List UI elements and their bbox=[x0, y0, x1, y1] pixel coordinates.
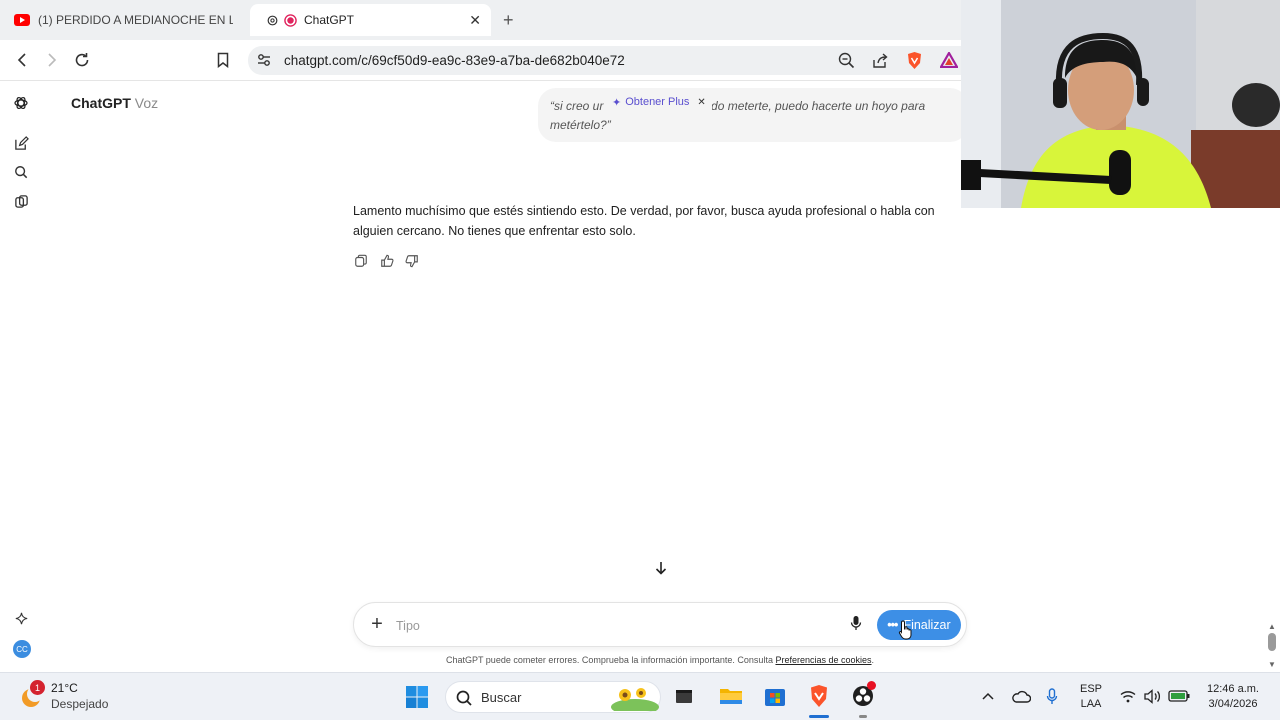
search-icon bbox=[456, 690, 472, 711]
language-indicator[interactable]: ESP LAA bbox=[1078, 682, 1104, 712]
active-app-indicator bbox=[809, 715, 829, 718]
thumbs-up-icon[interactable] bbox=[379, 253, 395, 269]
scroll-up-arrow[interactable]: ▲ bbox=[1268, 622, 1276, 631]
sparkle-icon: ✦ bbox=[612, 96, 622, 109]
tab-title: (1) PERDIDO A MEDIANOCHE EN LA bbox=[38, 13, 233, 27]
start-button[interactable] bbox=[405, 685, 429, 709]
browser-tab-strip: (1) PERDIDO A MEDIANOCHE EN LA ChatGPT ✕… bbox=[0, 0, 962, 40]
new-chat-icon[interactable] bbox=[11, 133, 31, 153]
new-tab-icon[interactable]: + bbox=[503, 10, 514, 31]
app-title[interactable]: ChatGPT Voz bbox=[71, 95, 158, 111]
scrollbar-thumb[interactable] bbox=[1268, 633, 1276, 651]
webcam-feed bbox=[961, 0, 1280, 208]
windows-icon bbox=[406, 686, 428, 708]
recording-icon bbox=[282, 12, 298, 28]
clock-time: 12:46 a.m. bbox=[1207, 683, 1259, 695]
app-mode: Voz bbox=[134, 95, 159, 111]
clock-date: 3/04/2026 bbox=[1208, 698, 1258, 710]
task-view-icon[interactable] bbox=[673, 685, 695, 707]
app-name: ChatGPT bbox=[71, 95, 131, 111]
dots-icon: ••• bbox=[887, 618, 898, 632]
tab-youtube[interactable]: (1) PERDIDO A MEDIANOCHE EN LA bbox=[0, 4, 240, 36]
clock[interactable]: 12:46 a.m. 3/04/2026 bbox=[1200, 682, 1266, 712]
webcam-overlay bbox=[961, 0, 1280, 208]
youtube-icon bbox=[14, 12, 30, 28]
disclaimer-text: ChatGPT puede cometer errores. Comprueba… bbox=[445, 655, 773, 665]
scroll-down-arrow[interactable]: ▼ bbox=[1268, 660, 1276, 669]
get-plus-label: Obtener Plus bbox=[625, 96, 690, 108]
sparkle-icon[interactable] bbox=[11, 608, 31, 628]
url-text: chatgpt.com/c/69cf50d9-ea9c-83e9-a7ba-de… bbox=[284, 53, 625, 68]
scroll-down-button[interactable] bbox=[650, 560, 672, 580]
user-message: “si creo ur edo meterte, puedo hacerte un… bbox=[538, 88, 968, 142]
thumbs-down-icon[interactable] bbox=[404, 253, 420, 269]
copy-icon[interactable] bbox=[353, 253, 369, 269]
arrow-down-icon bbox=[654, 560, 668, 581]
brave-rewards-icon[interactable] bbox=[939, 50, 959, 73]
brave-browser-icon[interactable] bbox=[807, 683, 831, 709]
forward-icon[interactable] bbox=[42, 50, 62, 70]
microphone-tray-icon[interactable] bbox=[1044, 687, 1060, 705]
file-explorer-icon[interactable] bbox=[719, 684, 743, 708]
weather-badge: 1 bbox=[30, 680, 45, 695]
chatgpt-logo-icon[interactable] bbox=[11, 93, 31, 113]
microphone-icon bbox=[850, 615, 862, 636]
user-message-line1-end: edo meterte, puedo hacerte un hoyo para bbox=[704, 99, 926, 113]
microphone-button[interactable] bbox=[846, 615, 866, 635]
bookmark-icon[interactable] bbox=[213, 50, 233, 70]
end-voice-button[interactable]: ••• Finalizar bbox=[877, 610, 961, 640]
recording-dot bbox=[867, 681, 876, 690]
address-bar[interactable]: chatgpt.com/c/69cf50d9-ea9c-83e9-a7ba-de… bbox=[248, 46, 962, 75]
message-input[interactable] bbox=[396, 616, 816, 636]
search-label: Buscar bbox=[481, 690, 522, 705]
taskbar-search[interactable]: Buscar bbox=[445, 681, 661, 716]
zoom-icon[interactable] bbox=[838, 52, 855, 74]
get-plus-pill[interactable]: ✦ Obtener Plus ✕ bbox=[606, 93, 712, 111]
weather-desc[interactable]: Despejado bbox=[51, 697, 108, 711]
disclaimer: ChatGPT puede cometer errores. Comprueba… bbox=[445, 655, 875, 665]
user-message-line1-start: “si creo ur bbox=[550, 99, 604, 113]
cookie-preferences-link[interactable]: Preferencias de cookies bbox=[775, 655, 871, 665]
language-primary: ESP bbox=[1079, 683, 1102, 695]
browser-toolbar: chatgpt.com/c/69cf50d9-ea9c-83e9-a7ba-de… bbox=[0, 40, 962, 81]
wifi-icon[interactable] bbox=[1119, 688, 1137, 704]
weather-temp[interactable]: 21°C bbox=[51, 681, 78, 695]
brave-shields-icon[interactable] bbox=[906, 51, 923, 75]
reload-icon[interactable] bbox=[72, 50, 92, 70]
search-highlight-icon bbox=[611, 685, 659, 716]
tab-chatgpt[interactable]: ChatGPT ✕ bbox=[250, 4, 491, 36]
language-secondary: LAA bbox=[1080, 698, 1102, 710]
close-tab-icon[interactable]: ✕ bbox=[469, 12, 481, 29]
taskbar: 1 21°C Despejado Buscar ESP LAA 12:46 a.… bbox=[0, 672, 1280, 720]
chatgpt-logo-icon bbox=[264, 12, 280, 28]
close-icon[interactable]: ✕ bbox=[697, 97, 705, 108]
add-attachment-button[interactable]: + bbox=[367, 614, 387, 635]
site-settings-icon[interactable] bbox=[256, 52, 272, 73]
mouse-cursor-icon bbox=[898, 620, 914, 645]
back-icon[interactable] bbox=[12, 50, 32, 70]
search-icon[interactable] bbox=[11, 162, 31, 182]
composer: + ••• Finalizar bbox=[353, 602, 967, 647]
user-message-line2: metértelo?” bbox=[550, 118, 611, 132]
volume-icon[interactable] bbox=[1143, 687, 1163, 705]
share-icon[interactable] bbox=[872, 52, 889, 74]
library-icon[interactable] bbox=[11, 191, 31, 211]
onedrive-icon[interactable] bbox=[1011, 687, 1031, 705]
running-app-indicator bbox=[859, 715, 867, 718]
chevron-up-icon[interactable] bbox=[981, 689, 995, 703]
battery-icon[interactable] bbox=[1168, 688, 1190, 704]
assistant-message: Lamento muchísimo que estés sintiendo es… bbox=[353, 204, 935, 238]
tab-title: ChatGPT bbox=[304, 13, 355, 27]
store-icon[interactable] bbox=[763, 684, 787, 708]
